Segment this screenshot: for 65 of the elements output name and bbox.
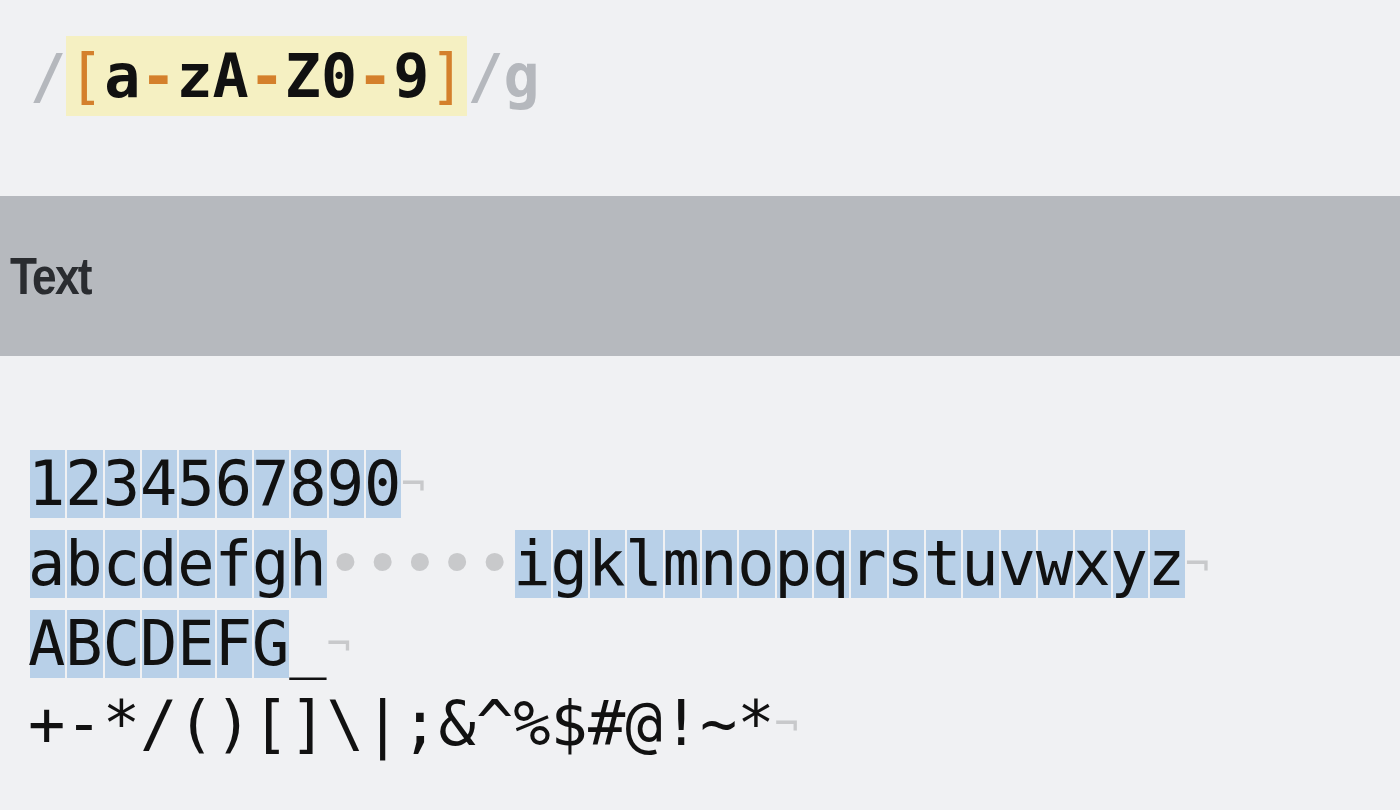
delimiter: / [30,40,66,113]
expression-char: z [176,40,213,113]
match-highlight: A [28,610,66,678]
match-highlight: s [886,530,924,598]
match-highlight: 0 [363,450,402,518]
line-end-marker: ¬ [774,700,799,749]
range-operator: - [357,40,394,113]
match-highlight: 3 [102,450,140,518]
match-highlight: 6 [214,450,252,518]
line-end-marker: ¬ [401,460,426,509]
match-highlight: 7 [251,450,290,518]
match-highlight: 2 [65,450,103,518]
match-highlight: t [923,530,962,598]
expression-char: 0 [320,40,357,113]
match-highlight: f [214,530,252,598]
expression-char: 9 [393,40,430,113]
match-highlight: e [177,530,215,598]
match-highlight: k [587,530,626,598]
match-highlight: r [849,530,887,598]
range-operator: - [140,40,177,113]
expression-char: a [104,40,141,113]
match-highlight: w [1035,530,1074,598]
match-highlight: D [140,610,178,678]
expression-char: Z [284,40,321,113]
match-highlight: m [662,530,700,598]
line-end-marker: ¬ [1185,540,1210,589]
bracket: ] [429,40,466,113]
match-highlight: i [513,530,551,598]
match-highlight: 1 [28,450,66,518]
section-title: Text [10,246,91,307]
regex-flags-text: g [503,40,540,113]
bracket: [ [68,40,105,113]
whitespace-marker: ••••• [326,526,514,602]
match-highlight: d [140,530,178,598]
match-highlight: v [998,530,1036,598]
match-highlight: E [177,610,215,678]
expression-char: A [212,40,249,113]
match-highlight: z [1147,530,1186,598]
delimiter: / [467,40,504,113]
match-highlight: g [550,530,588,598]
match-highlight: C [102,610,140,678]
match-highlight: b [65,530,103,598]
match-highlight: u [961,530,999,598]
match-highlight: x [1073,530,1111,598]
range-operator: - [248,40,285,113]
match-highlight: o [737,530,775,598]
match-highlight: F [214,610,252,678]
plain-text: +-*/()[]\|;&^%$#@!~* [28,686,775,763]
match-highlight: h [289,530,327,598]
match-highlight: 8 [289,450,327,518]
match-highlight: c [102,530,140,598]
match-highlight: l [625,530,663,598]
match-highlight: B [65,610,103,678]
match-highlight: y [1110,530,1148,598]
match-highlight: n [699,530,738,598]
match-highlight: g [251,530,290,598]
match-highlight: p [774,530,812,598]
match-highlight: a [28,530,66,598]
match-highlight: 5 [177,450,215,518]
plain-text: _ [289,606,327,682]
line-end-marker: ¬ [326,620,351,669]
match-highlight: q [811,530,850,598]
match-highlight: 4 [140,450,178,518]
match-highlight: G [251,610,290,678]
match-highlight: 9 [326,450,364,518]
